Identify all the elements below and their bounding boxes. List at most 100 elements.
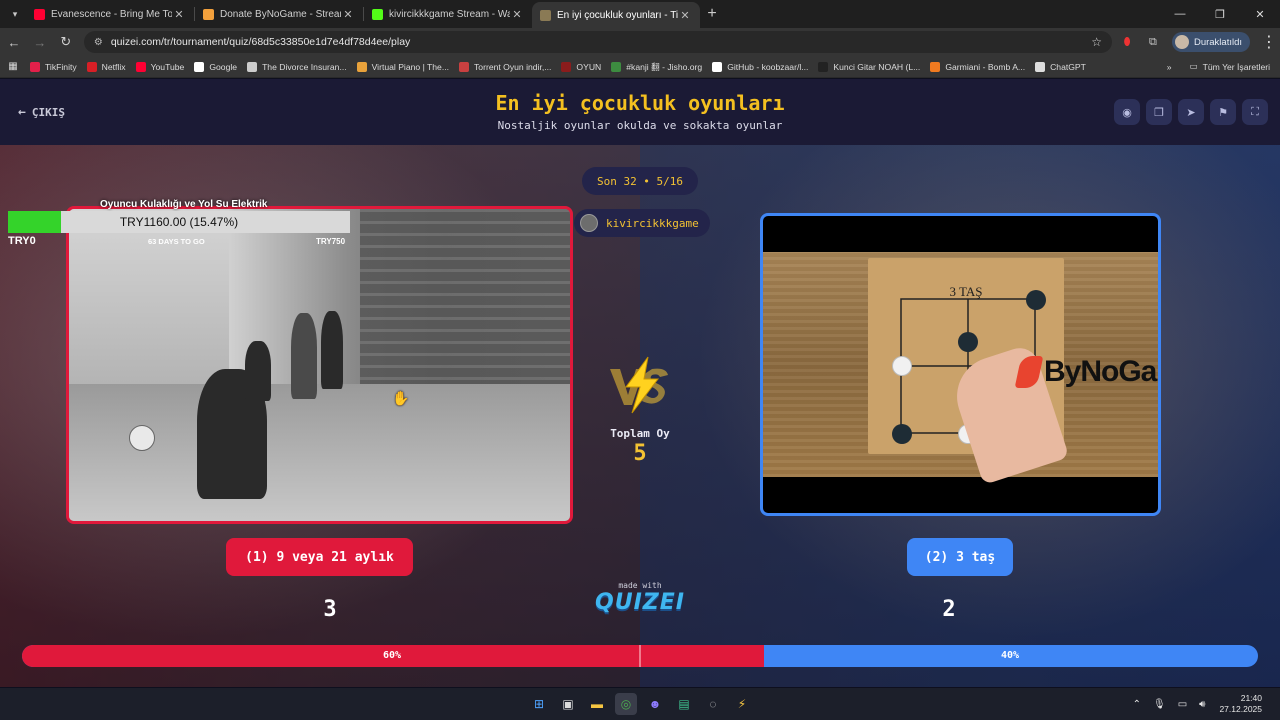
quizei-logo: QUIZEI — [595, 590, 685, 615]
bookmark-item[interactable]: #kanji 翻 - Jisho.org — [611, 61, 702, 73]
copy-icon[interactable]: ❐ — [1146, 99, 1172, 125]
chrome-icon[interactable]: ◎ — [615, 693, 637, 715]
browser-tab[interactable]: kivircikkkgame Stream - Watch ✕ — [364, 0, 532, 28]
bookmark-item[interactable]: Kunci Gitar NOAH (L... — [818, 61, 920, 73]
bookmark-favicon-icon — [86, 61, 97, 72]
right-percent-label: 40% — [1001, 650, 1020, 661]
photo-ground — [69, 383, 570, 521]
bookmark-item[interactable]: Garmiani - Bomb A... — [930, 61, 1025, 73]
option-video[interactable]: 3 TAŞ ByNoGame — [763, 252, 1158, 485]
close-tab-icon[interactable]: ✕ — [678, 9, 692, 22]
forward-arrow-icon[interactable]: → — [28, 35, 52, 50]
more-bookmarks-chevron-icon[interactable]: » — [1167, 62, 1172, 72]
file-explorer-icon[interactable]: ▬ — [586, 693, 608, 715]
photo-child-figure — [321, 311, 343, 389]
bookmark-item[interactable]: The Divorce Insuran... — [247, 61, 347, 73]
new-tab-plus-icon[interactable]: + — [700, 5, 724, 23]
bookmark-favicon-icon — [459, 61, 470, 72]
url-bar[interactable]: ⚙ quizei.com/tr/tournament/quiz/68d5c338… — [83, 31, 1113, 53]
round-indicator: Son 32 • 5/16 — [582, 167, 698, 195]
bookmark-item[interactable]: OYUN — [561, 61, 601, 73]
extension-red-icon[interactable]: ⬮ — [1116, 36, 1138, 49]
profile-status-label: Duraklatıldı — [1193, 36, 1243, 48]
restore-icon[interactable]: ❐ — [1200, 8, 1240, 21]
all-bookmarks-button[interactable]: ▭ Tüm Yer İşaretleri — [1190, 61, 1270, 72]
bookmark-label: ChatGPT — [1050, 61, 1086, 72]
all-bookmarks-label: Tüm Yer İşaretleri — [1202, 61, 1270, 72]
donation-progress-bar: TRY1160.00 (15.47%) — [8, 211, 350, 233]
close-tab-icon[interactable]: ✕ — [172, 8, 186, 21]
photo-ball — [129, 425, 155, 451]
volume-icon[interactable]: 🔊︎ — [1199, 699, 1205, 710]
bookmark-item[interactable]: Netflix — [86, 61, 126, 73]
folder-icon: ▭ — [1189, 61, 1198, 71]
browser-tab[interactable]: Evanescence - Bring Me To Life ✕ — [26, 0, 194, 28]
bookmark-item[interactable]: Torrent Oyun indir,... — [459, 61, 551, 73]
close-tab-icon[interactable]: ✕ — [510, 8, 524, 21]
discord-icon[interactable]: ☻ — [644, 693, 666, 715]
bookmark-item[interactable]: ChatGPT — [1035, 61, 1086, 73]
vote-bar-midline — [639, 645, 641, 667]
bookmark-item[interactable]: TikFinity — [30, 61, 77, 73]
task-view-icon[interactable]: ▣ — [557, 693, 579, 715]
tab-title: Donate ByNoGame - Streamer — [220, 8, 341, 20]
tray-chevron-up-icon[interactable]: ⌃ — [1133, 699, 1141, 710]
streamer-name: kivircikkkgame — [606, 216, 699, 230]
bookmark-favicon-icon — [611, 61, 622, 72]
system-tray: ⌃ 🎙︎ ▭ 🔊︎ 21:40 27.12.2025 — [1127, 688, 1280, 720]
avatar — [1174, 35, 1189, 49]
bookmarks-bar: ▦ TikFinity Netflix YouTube Google The Divor… — [0, 56, 1280, 78]
right-option-card[interactable]: 3 TAŞ ByNoGame — [760, 213, 1161, 516]
fullscreen-icon[interactable]: ⛶ — [1242, 99, 1268, 125]
start-windows-icon[interactable]: ⊞ — [528, 693, 550, 715]
apps-grid-icon[interactable]: ▦ — [0, 61, 26, 72]
profile-button[interactable]: Duraklatıldı — [1171, 32, 1251, 52]
versus-lightning-icon — [610, 356, 668, 414]
browser-menu-icon[interactable]: ⋮ — [1258, 32, 1280, 52]
kick-favicon-icon — [372, 8, 383, 20]
site-info-icon[interactable]: ⚙ — [94, 37, 103, 48]
bookmark-item[interactable]: GitHub - koobzaar/l... — [712, 61, 808, 73]
close-window-icon[interactable]: ✕ — [1240, 8, 1280, 21]
obs-icon[interactable]: ◌ — [702, 693, 724, 715]
system-clock[interactable]: 21:40 27.12.2025 — [1219, 693, 1262, 715]
browser-tab[interactable]: Donate ByNoGame - Streamer ✕ — [195, 0, 363, 28]
app-green-icon[interactable]: ▤ — [673, 693, 695, 715]
bookmark-item[interactable]: Google — [194, 61, 237, 73]
reload-icon[interactable]: ↻ — [54, 34, 78, 50]
left-option-button[interactable]: (1) 9 veya 21 aylık — [226, 538, 413, 576]
minimize-icon[interactable]: — — [1160, 8, 1200, 21]
tab-title: En iyi çocukluk oyunları - Tier L — [557, 9, 678, 21]
extensions-puzzle-icon[interactable]: ⧉ — [1142, 36, 1164, 49]
donation-progress-text: TRY1160.00 (15.47%) — [119, 215, 239, 229]
bookmark-item[interactable]: YouTube — [135, 61, 184, 73]
right-vote-count: 2 — [942, 597, 956, 622]
window-controls: — ❐ ✕ — [1160, 8, 1280, 21]
bookmark-label: Virtual Piano | The... — [371, 61, 450, 72]
eye-icon[interactable]: ◉ — [1114, 99, 1140, 125]
tab-search-icon[interactable]: ▾ — [4, 3, 26, 25]
right-option-button[interactable]: (2) 3 taş — [907, 538, 1013, 576]
bookmark-item[interactable]: Virtual Piano | The... — [356, 61, 450, 73]
microphone-icon[interactable]: 🎙︎ — [1153, 699, 1166, 710]
report-flag-icon[interactable]: ⚑ — [1210, 99, 1236, 125]
share-send-icon[interactable]: ➤ — [1178, 99, 1204, 125]
bookmark-star-icon[interactable]: ☆ — [1091, 35, 1102, 49]
app-yellow-icon[interactable]: ⚡ — [731, 693, 753, 715]
back-arrow-icon[interactable]: ← — [2, 35, 26, 50]
bookmark-label: Garmiani - Bomb A... — [945, 61, 1026, 72]
youtube-favicon-icon — [34, 8, 45, 20]
made-with-quizei[interactable]: made with QUIZEI — [590, 581, 690, 615]
browser-tab-strip: ▾ Evanescence - Bring Me To Life ✕ Donat… — [0, 0, 1280, 28]
browser-tab-active[interactable]: En iyi çocukluk oyunları - Tier L ✕ — [532, 2, 700, 28]
bookmark-label: #kanji 翻 - Jisho.org — [626, 61, 703, 72]
bookmark-label: The Divorce Insuran... — [262, 61, 347, 72]
left-percent-label: 60% — [383, 650, 402, 661]
vote-split-bar: 60% 40% — [22, 645, 1258, 667]
streamer-avatar — [580, 214, 598, 232]
close-tab-icon[interactable]: ✕ — [341, 8, 355, 21]
left-vote-count: 3 — [323, 597, 337, 622]
quiz-header: ← ÇIKIŞ En iyi çocukluk oyunları Nostalj… — [0, 79, 1280, 145]
left-option-card[interactable] — [66, 206, 573, 524]
network-icon[interactable]: ▭ — [1178, 699, 1187, 710]
